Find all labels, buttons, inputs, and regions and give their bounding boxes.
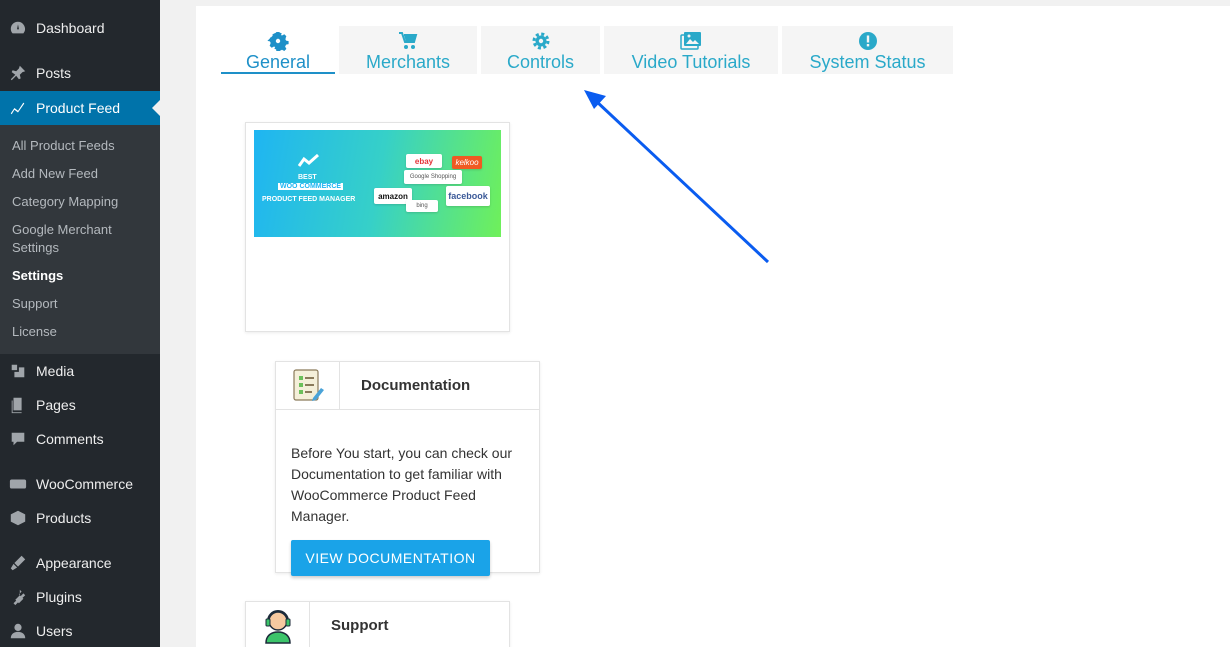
menu-label: Media xyxy=(36,363,75,379)
view-documentation-button[interactable]: VIEW DOCUMENTATION xyxy=(291,540,490,576)
user-icon xyxy=(0,622,36,640)
tab-merchants[interactable]: Merchants xyxy=(339,26,477,74)
documentation-card-header: Documentation xyxy=(276,362,539,410)
menu-label: Plugins xyxy=(36,589,82,605)
tab-video-tutorials[interactable]: Video Tutorials xyxy=(604,26,778,74)
chart-logo-icon xyxy=(298,154,319,167)
documentation-card: Documentation Before You start, you can … xyxy=(275,361,540,576)
submenu-all-product-feeds[interactable]: All Product Feeds xyxy=(12,137,152,155)
google-shopping-logo: Google Shopping xyxy=(404,170,462,184)
tab-label: System Status xyxy=(809,52,926,72)
cart-icon xyxy=(397,31,419,51)
tab-general[interactable]: General xyxy=(221,26,335,74)
kelkoo-logo: kelkoo xyxy=(452,156,482,169)
alert-icon xyxy=(857,31,879,51)
menu-appearance[interactable]: Appearance xyxy=(0,546,160,580)
menu-comments[interactable]: Comments xyxy=(0,422,160,456)
documentation-text: Before You start, you can check our Docu… xyxy=(291,445,513,524)
submenu-add-new-feed[interactable]: Add New Feed xyxy=(12,165,152,183)
main-content: General Merchants Controls Video Tutoria… xyxy=(196,6,1230,647)
submenu-settings[interactable]: Settings xyxy=(12,267,152,285)
pages-icon xyxy=(0,396,36,414)
banner-text-pfm: PRODUCT FEED MANAGER xyxy=(262,196,356,203)
menu-label: Pages xyxy=(36,397,76,413)
support-card: Support xyxy=(245,601,510,647)
documentation-icon-box xyxy=(276,362,340,410)
tab-controls[interactable]: Controls xyxy=(481,26,600,74)
menu-products[interactable]: Products xyxy=(0,501,160,535)
menu-label: Products xyxy=(36,510,92,526)
gear-icon xyxy=(267,31,289,54)
submenu-category-mapping[interactable]: Category Mapping xyxy=(12,193,152,211)
gear-icon xyxy=(530,31,552,51)
submenu-license[interactable]: License xyxy=(12,323,152,341)
brush-icon xyxy=(0,554,36,572)
support-icon-box xyxy=(246,602,310,647)
menu-label: Appearance xyxy=(36,555,112,571)
support-card-header: Support xyxy=(246,602,509,647)
chart-icon xyxy=(0,99,36,117)
tab-label: Merchants xyxy=(365,52,451,72)
banner-text-best: BEST xyxy=(298,174,317,181)
menu-woocommerce[interactable]: WooCommerce xyxy=(0,467,160,501)
menu-product-feed[interactable]: Product Feed xyxy=(0,91,160,125)
tab-label: Video Tutorials xyxy=(631,52,751,72)
support-title: Support xyxy=(331,617,389,634)
menu-plugins[interactable]: Plugins xyxy=(0,580,160,614)
tab-label: General xyxy=(245,52,311,72)
ebay-logo: ebay xyxy=(406,154,442,168)
menu-users[interactable]: Users xyxy=(0,614,160,647)
images-icon xyxy=(680,31,702,51)
product-feed-submenu: All Product Feeds Add New Feed Category … xyxy=(0,125,160,354)
admin-sidebar: Dashboard Posts Product Feed All Product… xyxy=(0,0,160,647)
menu-posts[interactable]: Posts xyxy=(0,56,160,90)
menu-pages[interactable]: Pages xyxy=(0,388,160,422)
menu-label: Users xyxy=(36,623,73,639)
document-checklist-icon xyxy=(292,369,324,401)
documentation-title: Documentation xyxy=(361,377,471,394)
submenu-google-merchant-settings[interactable]: Google Merchant Settings xyxy=(12,221,132,257)
plug-icon xyxy=(0,588,36,606)
media-icon xyxy=(0,362,36,380)
tab-label: Controls xyxy=(506,52,575,72)
menu-label: Product Feed xyxy=(36,100,121,116)
box-icon xyxy=(0,509,36,527)
submenu-support[interactable]: Support xyxy=(12,295,152,313)
menu-label: WooCommerce xyxy=(36,476,133,492)
menu-label: Posts xyxy=(36,65,72,81)
menu-media[interactable]: Media xyxy=(0,354,160,388)
comment-icon xyxy=(0,430,36,448)
facebook-logo: facebook xyxy=(446,186,490,206)
tab-system-status[interactable]: System Status xyxy=(782,26,953,74)
plugin-banner-card: BEST WOO COMMERCE PRODUCT FEED MANAGER e… xyxy=(245,122,510,332)
menu-label: Dashboard xyxy=(36,20,105,36)
menu-label: Comments xyxy=(36,431,104,447)
support-agent-icon xyxy=(264,610,291,644)
pin-icon xyxy=(0,64,36,82)
menu-dashboard[interactable]: Dashboard xyxy=(0,11,160,45)
dashboard-icon xyxy=(0,19,36,37)
banner-text-woocommerce: WOO COMMERCE xyxy=(278,183,344,190)
woo-icon xyxy=(0,475,36,493)
plugin-banner: BEST WOO COMMERCE PRODUCT FEED MANAGER e… xyxy=(254,130,501,237)
bing-logo: bing xyxy=(406,200,438,212)
